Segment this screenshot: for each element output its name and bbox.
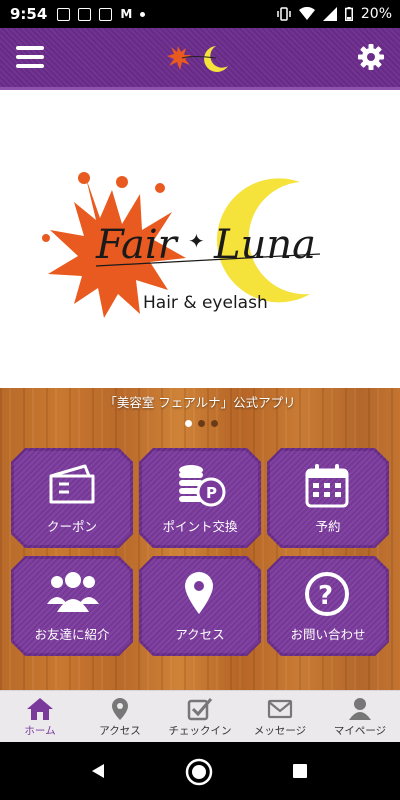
logo-text-fair: Fair xyxy=(95,222,180,268)
refer-friend-label: お友達に紹介 xyxy=(34,627,110,642)
gmail-icon: M xyxy=(120,7,133,21)
tab-access-label: アクセス xyxy=(99,725,141,737)
tab-mypage[interactable]: マイページ xyxy=(320,691,400,743)
tab-checkin-label: チェックイン xyxy=(168,725,232,737)
system-nav-bar xyxy=(0,742,400,800)
tab-message-label: メッセージ xyxy=(253,725,307,737)
access-label: アクセス xyxy=(175,627,225,642)
fair-luna-logo: Fair ✦ Luna Hair & eyelash xyxy=(42,172,321,318)
point-exchange-label: ポイント交換 xyxy=(162,519,238,534)
status-bar: 9:54 M 20% xyxy=(0,0,400,28)
logo-subtitle: Hair & eyelash xyxy=(143,293,268,313)
back-icon[interactable] xyxy=(90,763,106,779)
person-icon xyxy=(349,698,371,720)
group-icon xyxy=(47,572,99,612)
missed-call-icon xyxy=(99,7,113,21)
coupon-label: クーポン xyxy=(46,519,97,534)
calendar-icon xyxy=(305,464,349,508)
more-notifications-icon xyxy=(140,11,146,17)
recents-icon[interactable] xyxy=(292,763,308,779)
carousel-indicator xyxy=(185,420,218,427)
header-logo xyxy=(167,46,228,72)
coupon-tile[interactable]: クーポン xyxy=(11,448,133,548)
tab-home-label: ホーム xyxy=(24,725,56,737)
image-notification-icon xyxy=(57,7,71,21)
home-button-icon[interactable] xyxy=(185,758,213,786)
battery-icon xyxy=(344,7,353,21)
status-time: 9:54 xyxy=(10,5,48,23)
carousel-dot[interactable] xyxy=(211,420,218,427)
hero-banner: Fair ✦ Luna Hair & eyelash xyxy=(0,90,400,388)
reservation-label: 予約 xyxy=(315,519,341,534)
carousel-dot-active[interactable] xyxy=(185,420,192,427)
point-exchange-tile[interactable]: P ポイント交換 xyxy=(139,448,261,548)
svg-text:?: ? xyxy=(318,581,333,611)
app-tagline: 「美容室 フェアルナ」公式アプリ xyxy=(104,395,296,410)
logo-sparkle: ✦ xyxy=(188,229,205,253)
map-pin-icon xyxy=(112,698,128,720)
home-icon xyxy=(27,698,53,720)
access-tile[interactable]: アクセス xyxy=(139,556,261,656)
question-icon: ? xyxy=(305,572,349,616)
tab-access[interactable]: アクセス xyxy=(80,691,160,743)
coins-point-icon: P xyxy=(179,465,226,507)
app-header xyxy=(0,28,400,90)
carousel-dot[interactable] xyxy=(198,420,205,427)
vibrate-icon xyxy=(277,7,291,21)
logo-text-luna: Luna xyxy=(213,222,316,268)
settings-gear-icon[interactable] xyxy=(356,42,386,72)
refer-friend-tile[interactable]: お友達に紹介 xyxy=(11,556,133,656)
svg-text:P: P xyxy=(206,484,217,502)
bottom-tab-bar: ホーム アクセス チェックイン メッセージ マイページ xyxy=(0,690,400,743)
reservation-tile[interactable]: 予約 xyxy=(267,448,389,548)
contact-tile[interactable]: ? お問い合わせ xyxy=(267,556,389,656)
tab-mypage-label: マイページ xyxy=(333,725,387,737)
wifi-icon xyxy=(298,7,315,20)
checkbox-icon xyxy=(187,698,213,721)
map-pin-icon xyxy=(185,572,213,614)
menu-icon[interactable] xyxy=(16,46,44,68)
notification-icons: M xyxy=(57,7,146,21)
tab-message[interactable]: メッセージ xyxy=(240,691,320,743)
contact-label: お問い合わせ xyxy=(290,627,366,642)
calendar-notification-icon xyxy=(78,7,92,21)
envelope-icon xyxy=(267,699,293,719)
ticket-icon xyxy=(49,464,95,504)
signal-icon xyxy=(322,7,337,21)
battery-percent: 20% xyxy=(360,6,392,22)
tab-checkin[interactable]: チェックイン xyxy=(160,691,240,743)
tab-home[interactable]: ホーム xyxy=(0,691,80,743)
